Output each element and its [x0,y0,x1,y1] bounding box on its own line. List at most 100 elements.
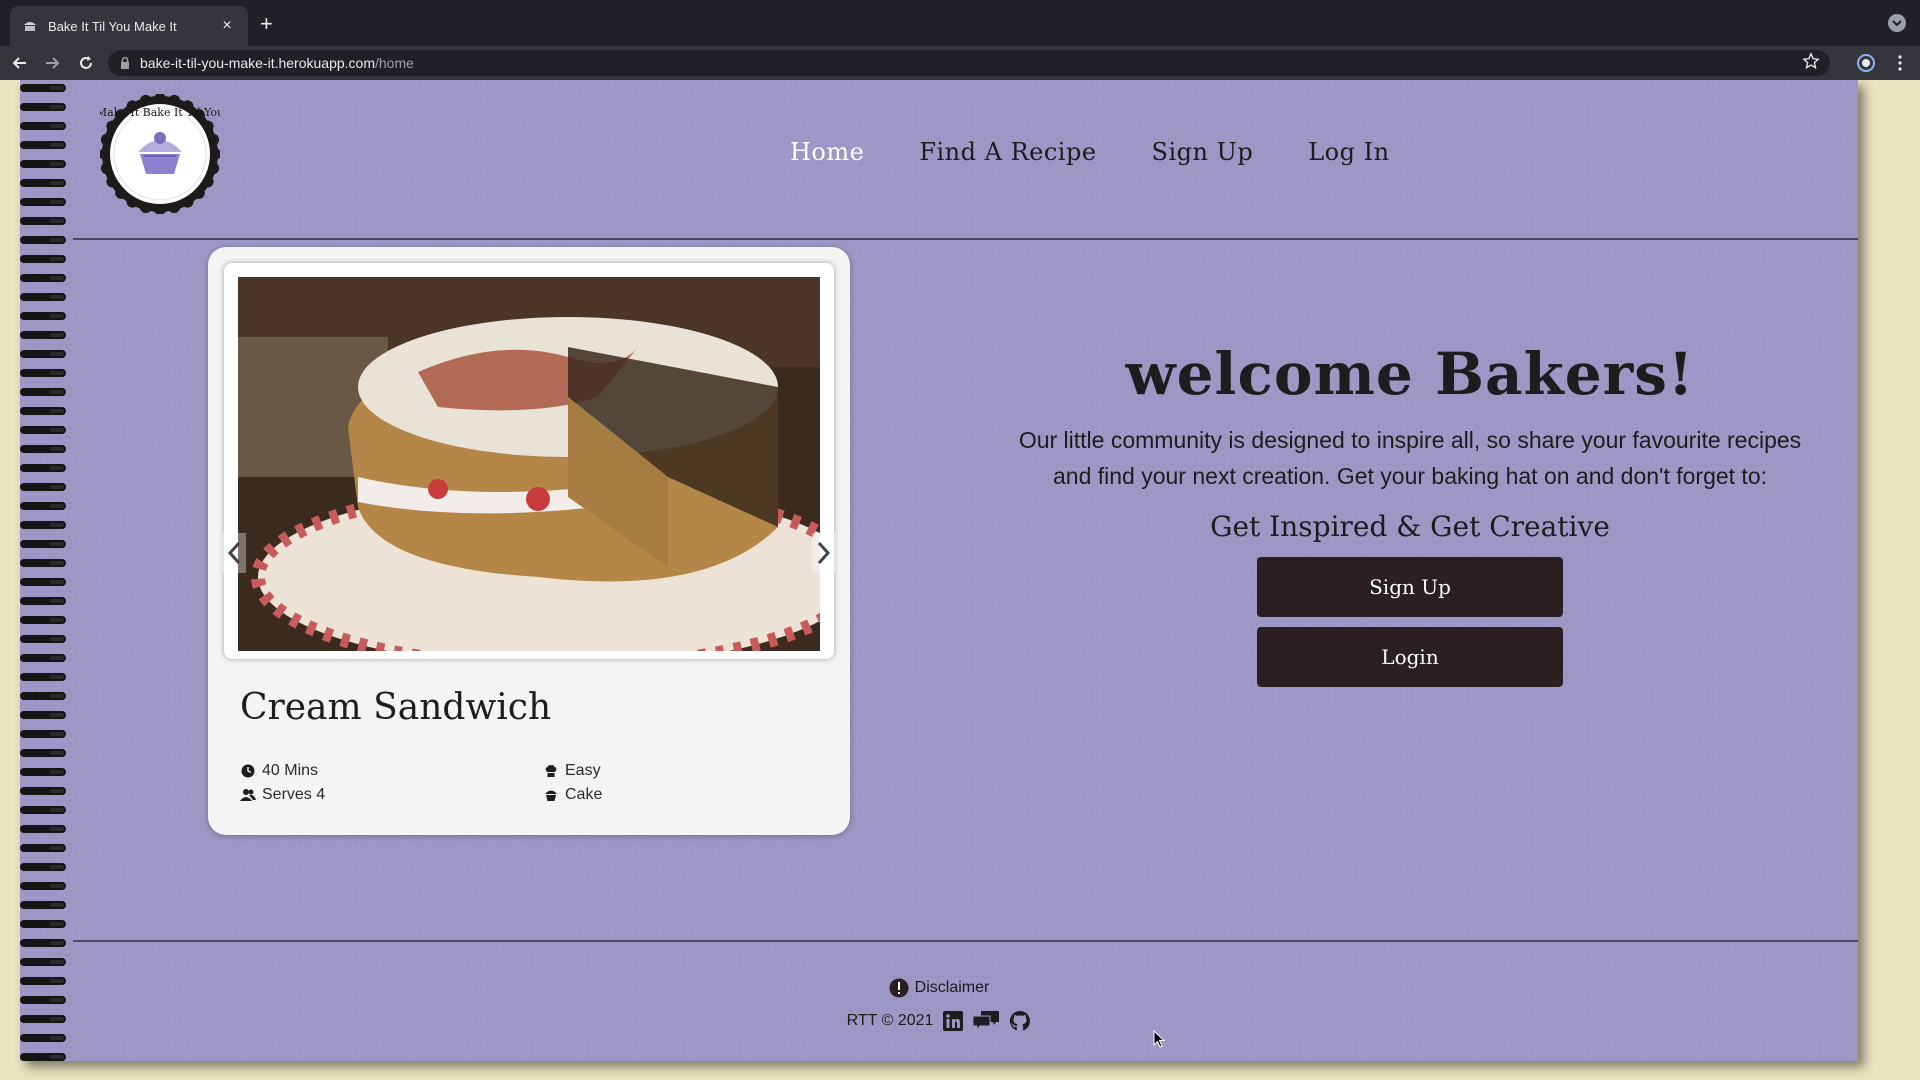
welcome-title: welcome Bakers! [1125,340,1695,408]
tab-close-button[interactable]: × [218,17,236,35]
spiral-coil [20,293,66,301]
tab-search-icon[interactable] [1888,14,1906,32]
cupcake-icon [543,787,559,803]
disclaimer-link[interactable]: Disclaimer [889,978,990,998]
address-bar[interactable]: bake-it-til-you-make-it.herokuapp.com/ho… [108,50,1830,76]
back-icon[interactable] [8,51,32,75]
spiral-coil [20,540,66,548]
linkedin-icon[interactable] [943,1011,964,1031]
spiral-coil [20,407,66,415]
star-icon[interactable] [1802,52,1820,74]
forward-icon[interactable] [40,51,64,75]
spiral-coil [20,160,66,168]
spiral-coil [20,844,66,852]
spiral-coil [20,1053,66,1061]
spiral-coil [20,654,66,662]
login-button[interactable]: Login [1257,627,1563,687]
spiral-coil [20,331,66,339]
url-path: /home [374,55,414,71]
spiral-coil [20,141,66,149]
chef-hat-icon [543,763,559,779]
spiral-coil [20,388,66,396]
spiral-coil [20,616,66,624]
spiral-coil [20,787,66,795]
spiral-coil [20,464,66,472]
lock-icon [120,54,130,73]
spiral-coil [20,958,66,966]
spiral-coil [20,597,66,605]
main-nav: Home Find A Recipe Sign Up Log In [790,138,1445,166]
new-tab-button[interactable]: + [260,12,273,36]
spiral-coil [20,103,66,111]
spiral-coil [20,692,66,700]
spiral-coil [20,502,66,510]
spiral-coil [20,369,66,377]
header-divider [73,238,1858,240]
nav-find-recipe[interactable]: Find A Recipe [919,138,1096,166]
spiral-coil [20,806,66,814]
spiral-coil [20,350,66,358]
notebook-page: Make It Bake It Til You Home Find A Reci… [20,80,1858,1061]
browser-tab[interactable]: Bake It Til You Make It × [10,6,248,46]
spiral-coil [20,749,66,757]
spiral-coil [20,1034,66,1042]
recipe-photo[interactable] [238,277,820,651]
spiral-coil [20,578,66,586]
spiral-coil [20,483,66,491]
recipe-category: Cake [543,786,602,804]
profile-icon[interactable] [1854,51,1878,75]
site-logo[interactable]: Make It Bake It Til You [96,93,224,215]
page-viewport: Make It Bake It Til You Home Find A Reci… [0,80,1920,1080]
spiral-coil [20,445,66,453]
mouse-cursor [1153,1029,1166,1052]
browser-toolbar: bake-it-til-you-make-it.herokuapp.com/ho… [0,46,1920,80]
signup-button[interactable]: Sign Up [1257,557,1563,617]
spiral-coil [20,939,66,947]
nav-home[interactable]: Home [790,138,864,166]
carousel-prev-button[interactable] [222,533,246,573]
browser-tabstrip: Bake It Til You Make It × + [0,0,1920,46]
spiral-coil [20,84,66,92]
recipe-serves-value: Serves 4 [262,786,326,803]
spiral-coil [20,768,66,776]
cupcake-favicon-icon [22,18,38,34]
spiral-coil [20,882,66,890]
welcome-body: Our little community is designed to insp… [1018,427,1802,489]
spiral-coil [20,521,66,529]
site-footer: Disclaimer RTT © 2021 [20,978,1858,1032]
reload-icon[interactable] [74,51,98,75]
spiral-coil [20,122,66,130]
recipe-title[interactable]: Cream Sandwich [240,687,551,728]
spiral-coil [20,426,66,434]
logo-text: Make It Bake It Til You [100,106,220,119]
recipe-time-value: 40 Mins [262,762,319,779]
recipe-difficulty: Easy [543,762,601,780]
spiral-coil [20,217,66,225]
clock-icon [240,763,256,779]
welcome-section: welcome Bakers! Our little community is … [1000,340,1820,687]
nav-log-in[interactable]: Log In [1308,138,1389,166]
spiral-coil [20,901,66,909]
menu-icon[interactable] [1888,51,1912,75]
disclaimer-label: Disclaimer [914,979,990,996]
spiral-coil [20,730,66,738]
nav-sign-up[interactable]: Sign Up [1152,138,1254,166]
people-icon [240,787,256,803]
recipe-time: 40 Mins [240,762,318,780]
spiral-coil [20,673,66,681]
carousel-next-button[interactable] [812,533,836,573]
recipe-carousel-card[interactable]: Cream Sandwich 40 Mins Easy Serves 4 Cak… [208,247,850,835]
footer-copyright-row: RTT © 2021 [847,1010,1032,1032]
notebook-spiral [20,80,66,1061]
spiral-coil [20,274,66,282]
github-icon[interactable] [1009,1010,1031,1032]
chat-icon[interactable] [973,1011,1000,1031]
spiral-coil [20,559,66,567]
spiral-coil [20,863,66,871]
copyright-text: RTT © 2021 [846,1012,934,1029]
spiral-coil [20,312,66,320]
spiral-coil [20,711,66,719]
spiral-coil [20,635,66,643]
logo-badge: Make It Bake It Til You [96,93,224,215]
spiral-coil [20,198,66,206]
